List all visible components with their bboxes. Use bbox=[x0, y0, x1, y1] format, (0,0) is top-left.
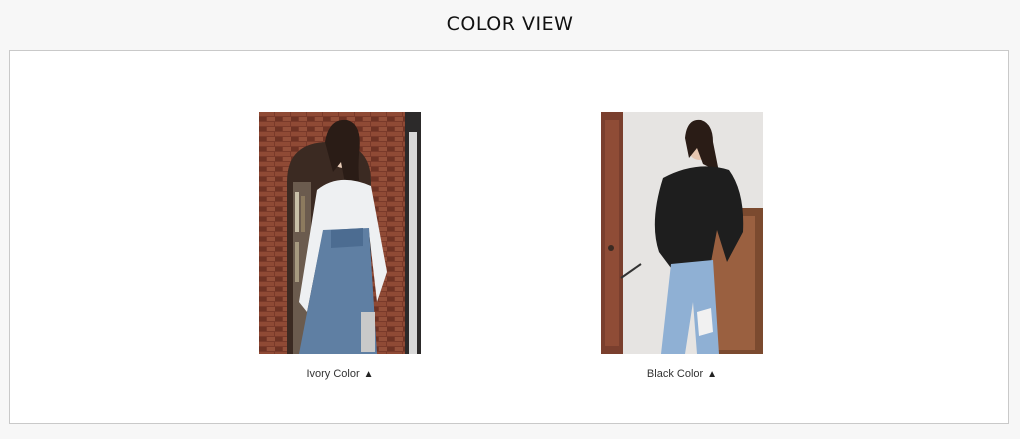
triangle-up-icon[interactable]: ▲ bbox=[364, 369, 374, 380]
black-model-photo[interactable] bbox=[601, 112, 763, 354]
black-caption[interactable]: Black Color ▲ bbox=[601, 368, 763, 380]
ivory-caption[interactable]: Ivory Color ▲ bbox=[259, 368, 421, 380]
ivory-model-photo[interactable] bbox=[259, 112, 421, 354]
section-title: COLOR VIEW bbox=[446, 13, 574, 35]
color-view-panel: Ivory Color ▲ Black Color ▲ bbox=[9, 50, 1009, 424]
black-color-label: Black Color bbox=[646, 368, 704, 380]
color-card-ivory: Ivory Color ▲ bbox=[259, 112, 421, 380]
ivory-color-label: Ivory Color bbox=[306, 368, 360, 380]
triangle-up-icon[interactable]: ▲ bbox=[707, 369, 717, 380]
color-card-black: Black Color ▲ bbox=[601, 112, 763, 380]
